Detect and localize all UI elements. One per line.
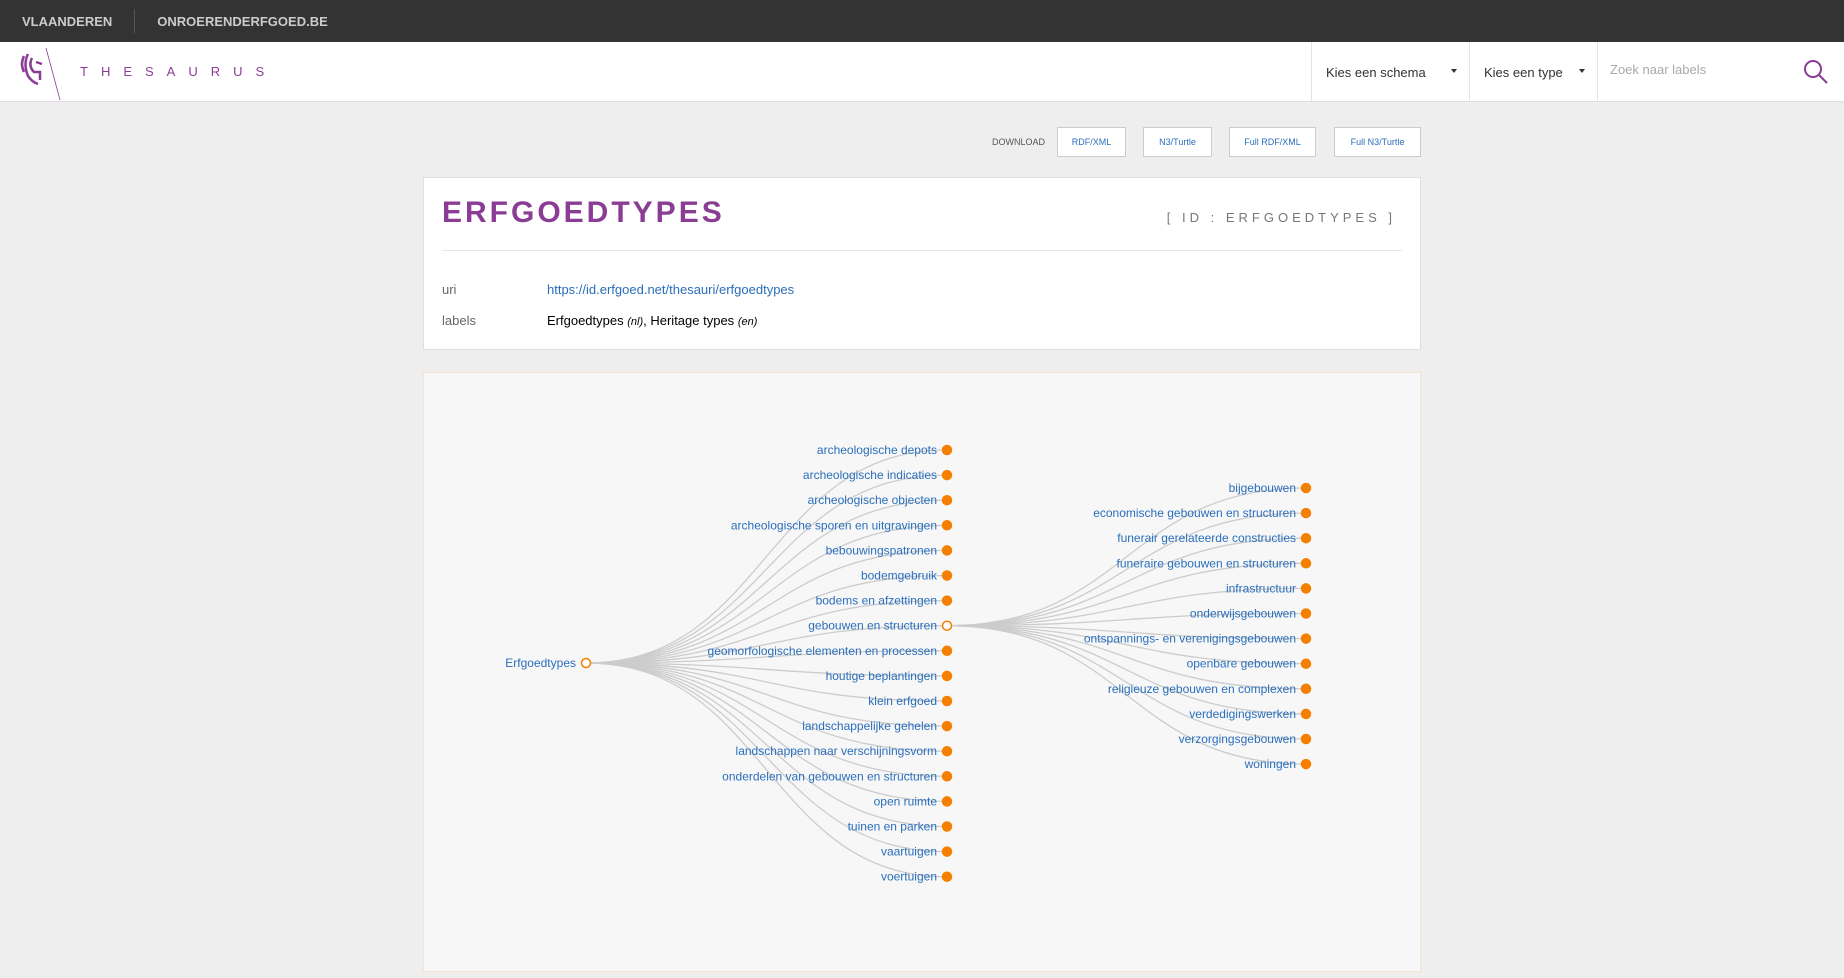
uri-label: uri [442,282,457,297]
download-rdf-xml-button[interactable]: RDF/XML [1057,127,1126,157]
tree-child-node[interactable] [941,520,953,531]
tree-grandchild-label[interactable]: funeraire gebouwen en structuren [1117,556,1296,570]
concept-id: [ ID : ERFGOEDTYPES ] [1166,210,1396,225]
tree-grandchild-label[interactable]: bijgebouwen [1229,481,1296,495]
download-full-rdf-xml-button[interactable]: Full RDF/XML [1229,127,1316,157]
tree-child-label[interactable]: landschappen naar verschijningsvorm [736,744,937,758]
tree-child-node[interactable] [941,469,953,481]
tree-child-label[interactable]: voertuigen [881,870,937,884]
tree-child-node[interactable] [941,545,953,556]
tree-grandchild-node[interactable] [1300,532,1312,544]
logo-divider [45,48,61,100]
concept-tree[interactable]: Erfgoedtypes archeologische depots archeol… [424,373,1422,973]
download-n3-turtle-button[interactable]: N3/Turtle [1143,127,1212,157]
tree-child-node[interactable] [941,620,953,631]
tree-root-node[interactable] [580,657,592,669]
tree-child-node[interactable] [941,720,953,732]
tree-grandchild-node[interactable] [1300,658,1312,669]
tree-grandchild-label[interactable]: religieuze gebouwen en complexen [1108,682,1296,696]
tree-child-node[interactable] [941,796,953,807]
download-full-n3-turtle-button[interactable]: Full N3/Turtle [1334,127,1421,157]
link-vlaanderen[interactable]: VLAANDEREN [0,14,134,29]
schema-select-value: Kies een schema [1326,64,1426,80]
tree-child-node[interactable] [941,670,953,682]
labels-label: labels [442,313,476,328]
tree-child-node[interactable] [941,595,953,606]
tree-child-label[interactable]: archeologische sporen en uitgravingen [731,518,937,532]
label-en: Heritage types [650,313,735,328]
tree-grandchild-label[interactable]: woningen [1244,757,1296,771]
uri-link[interactable]: https://id.erfgoed.net/thesauri/erfgoedt… [547,282,794,297]
tree-child-node[interactable] [941,821,953,832]
caret-down-icon [1451,69,1457,73]
tree-panel: Erfgoedtypes archeologische depots archeol… [423,372,1421,972]
page-title: ERFGOEDTYPES [442,196,725,229]
tree-grandchild-node[interactable] [1300,608,1312,619]
tree-grandchild-label[interactable]: ontspannings- en verenigingsgebouwen [1084,632,1296,646]
tree-child-label[interactable]: archeologische objecten [808,493,937,507]
type-select-value: Kies een type [1484,64,1563,80]
tree-grandchild-label[interactable]: economische gebouwen en structuren [1093,506,1296,520]
tree-child-node[interactable] [941,695,953,707]
tree-grandchild-label[interactable]: funerair gerelateerde constructies [1117,531,1296,545]
tree-root-label[interactable]: Erfgoedtypes [505,656,576,670]
lang-en: (en) [737,316,758,328]
tree-grandchild-label[interactable]: onderwijsgebouwen [1190,607,1296,621]
top-bar: VLAANDEREN ONROERENDERFGOED.BE [0,0,1844,42]
header: THESAURUS Kies een schema Kies een type [0,42,1844,102]
lang-nl: (nl) [627,316,644,328]
tree-grandchild-label[interactable]: verzorgingsgebouwen [1179,732,1296,746]
divider [442,250,1402,251]
tree-child-label[interactable]: bebouwingspatronen [826,543,937,557]
tree-child-node[interactable] [941,570,953,581]
tree-child-node[interactable] [941,645,953,657]
type-select[interactable]: Kies een type [1469,42,1597,102]
tree-child-label[interactable]: bodems en afzettingen [816,594,937,608]
tree-child-label[interactable]: archeologische indicaties [803,468,937,482]
label-nl: Erfgoedtypes [547,313,624,328]
tree-grandchild-node[interactable] [1300,733,1312,745]
tree-child-node[interactable] [941,871,953,882]
tree-child-label[interactable]: tuinen en parken [848,820,937,834]
tree-child-node[interactable] [941,745,953,757]
tree-child-node[interactable] [941,494,953,506]
brand-title[interactable]: THESAURUS [80,64,277,79]
tree-grandchild-node[interactable] [1300,482,1312,494]
tree-child-label[interactable]: archeologische depots [817,443,937,457]
tree-child-label[interactable]: bodemgebruik [861,569,938,583]
tree-grandchild-node[interactable] [1300,633,1312,644]
tree-child-label[interactable]: houtige beplantingen [826,669,937,683]
search-icon[interactable] [1802,58,1830,86]
tree-child-label[interactable]: geomorfologische elementen en processen [708,644,937,658]
tree-child-label[interactable]: landschappelijke gehelen [802,719,937,733]
tree-child-node[interactable] [941,771,953,782]
tree-grandchild-label[interactable]: verdedigingswerken [1189,707,1296,721]
tree-grandchild-node[interactable] [1300,583,1312,594]
caret-down-icon [1579,69,1585,73]
concept-card: ERFGOEDTYPES [ ID : ERFGOEDTYPES ] uri h… [423,177,1421,350]
tree-child-label[interactable]: gebouwen en structuren [808,619,937,633]
tree-child-node[interactable] [941,444,953,456]
tree-child-label[interactable]: klein erfgoed [868,694,937,708]
tree-child-label[interactable]: open ruimte [874,794,938,808]
tree-child-label[interactable]: onderdelen van gebouwen en structuren [722,769,937,783]
tree-child-node[interactable] [941,846,953,857]
search-input[interactable] [1610,62,1790,77]
search-box [1597,42,1844,102]
tree-grandchild-node[interactable] [1300,558,1312,569]
tree-grandchild-node[interactable] [1300,758,1312,770]
tree-grandchild-node[interactable] [1300,708,1312,720]
tree-grandchild-label[interactable]: infrastructuur [1226,581,1296,595]
link-onroerenderfgoed[interactable]: ONROERENDERFGOED.BE [135,14,349,29]
download-label: DOWNLOAD [992,137,1046,147]
tree-child-label[interactable]: vaartuigen [881,845,937,859]
tree-grandchild-node[interactable] [1300,507,1312,519]
schema-select[interactable]: Kies een schema [1311,42,1469,102]
tree-grandchild-node[interactable] [1300,683,1312,695]
tree-grandchild-label[interactable]: openbare gebouwen [1187,657,1296,671]
